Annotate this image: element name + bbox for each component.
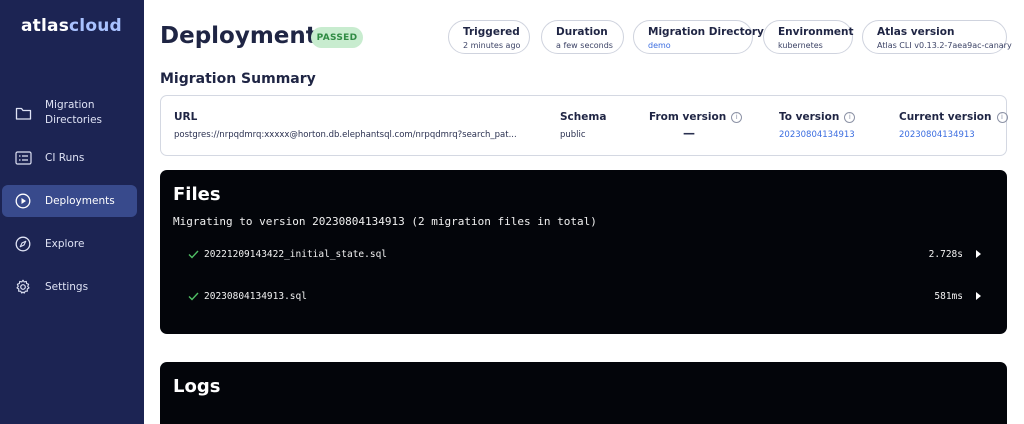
summary-schema: Schema public (560, 110, 606, 140)
pill-label: Duration (556, 26, 608, 38)
summary-current-version: Current version i 20230804134913 (899, 110, 1008, 140)
check-icon (188, 249, 199, 260)
info-icon[interactable]: i (996, 111, 1008, 123)
current-version-link[interactable]: 20230804134913 (899, 130, 1008, 140)
pill-value: 2 minutes ago (463, 41, 521, 50)
file-duration: 2.728s (928, 248, 963, 260)
sidebar-item-label: Explore (45, 237, 85, 250)
pill-atlas-version: Atlas version Atlas CLI v0.13.2-7aea9ac-… (862, 20, 1012, 54)
migration-summary-title: Migration Summary (160, 71, 316, 87)
sidebar-item-label: CI Runs (45, 151, 85, 164)
sidebar-item-deployments[interactable]: Deployments (2, 185, 137, 217)
compass-icon (14, 235, 32, 253)
check-icon (188, 291, 199, 302)
summary-to-version: To version i 20230804134913 (779, 110, 856, 140)
file-duration: 581ms (934, 290, 963, 302)
logo-atlas: atlas (21, 16, 70, 36)
atlascloud-logo[interactable]: atlascloud (21, 16, 122, 36)
page-title: Deployment (160, 23, 317, 49)
pill-environment: Environment kubernetes (763, 20, 854, 54)
file-name: 20221209143422_initial_state.sql (204, 248, 388, 260)
pill-migration-directory[interactable]: Migration Directory demo (633, 20, 764, 54)
url-value: postgres://nrpqdmrq:xxxxx@horton.db.elep… (174, 130, 517, 140)
expand-arrow-icon[interactable] (976, 250, 981, 258)
files-panel: Files Migrating to version 2023080413491… (160, 170, 1007, 334)
schema-label: Schema (560, 111, 607, 123)
sidebar-item-label: Deployments (45, 194, 115, 207)
sidebar-item-ci-runs[interactable]: CI Runs (2, 146, 137, 170)
from-version-label: From version (649, 111, 727, 123)
from-version-value: — (683, 126, 695, 140)
sidebar-item-label: Migration Directories (45, 99, 103, 126)
pill-triggered: Triggered 2 minutes ago (448, 20, 530, 54)
to-version-link[interactable]: 20230804134913 (779, 130, 855, 140)
main-content: Deployment PASSED Triggered 2 minutes ag… (144, 0, 1024, 424)
sidebar-item-migration-directories[interactable]: Migration Directories (2, 93, 137, 133)
summary-from-version: From version i — (649, 110, 743, 140)
pill-duration: Duration a few seconds (541, 20, 624, 54)
file-row[interactable]: 20230804134913.sql 581ms (188, 288, 983, 304)
logo-cloud: cloud (69, 16, 122, 36)
file-row[interactable]: 20221209143422_initial_state.sql 2.728s (188, 246, 983, 262)
schema-value: public (560, 130, 586, 140)
migration-summary-card: URL postgres://nrpqdmrq:xxxxx@horton.db.… (160, 95, 1008, 156)
files-title: Files (173, 184, 221, 205)
sidebar: atlascloud Migration Directories CI Runs… (0, 0, 144, 424)
files-subtitle: Migrating to version 20230804134913 (2 m… (173, 215, 597, 228)
list-card-icon (14, 149, 32, 167)
current-version-label: Current version (899, 111, 992, 123)
file-name: 20230804134913.sql (204, 290, 307, 302)
folder-icon (14, 104, 32, 122)
info-icon[interactable]: i (844, 111, 856, 123)
play-circle-icon (14, 192, 32, 210)
to-version-label: To version (779, 111, 840, 123)
pill-label: Environment (778, 26, 854, 38)
url-label: URL (174, 111, 198, 123)
pill-value: kubernetes (778, 41, 823, 50)
sidebar-item-explore[interactable]: Explore (2, 232, 137, 256)
pill-value: a few seconds (556, 41, 613, 50)
summary-url: URL postgres://nrpqdmrq:xxxxx@horton.db.… (174, 110, 517, 140)
migration-directory-link[interactable]: demo (648, 40, 738, 52)
status-badge: PASSED (311, 27, 363, 48)
sidebar-item-label: Settings (45, 280, 89, 293)
gear-icon (14, 278, 32, 296)
info-icon[interactable]: i (731, 111, 743, 123)
expand-arrow-icon[interactable] (976, 292, 981, 300)
pill-label: Atlas version (877, 26, 955, 38)
pill-label: Triggered (463, 26, 520, 38)
pill-value: Atlas CLI v0.13.2-7aea9ac-canary (877, 41, 1012, 50)
logs-title: Logs (173, 376, 221, 397)
sidebar-item-settings[interactable]: Settings (2, 275, 137, 299)
pill-label: Migration Directory (648, 26, 764, 38)
logs-panel: Logs (160, 362, 1007, 424)
